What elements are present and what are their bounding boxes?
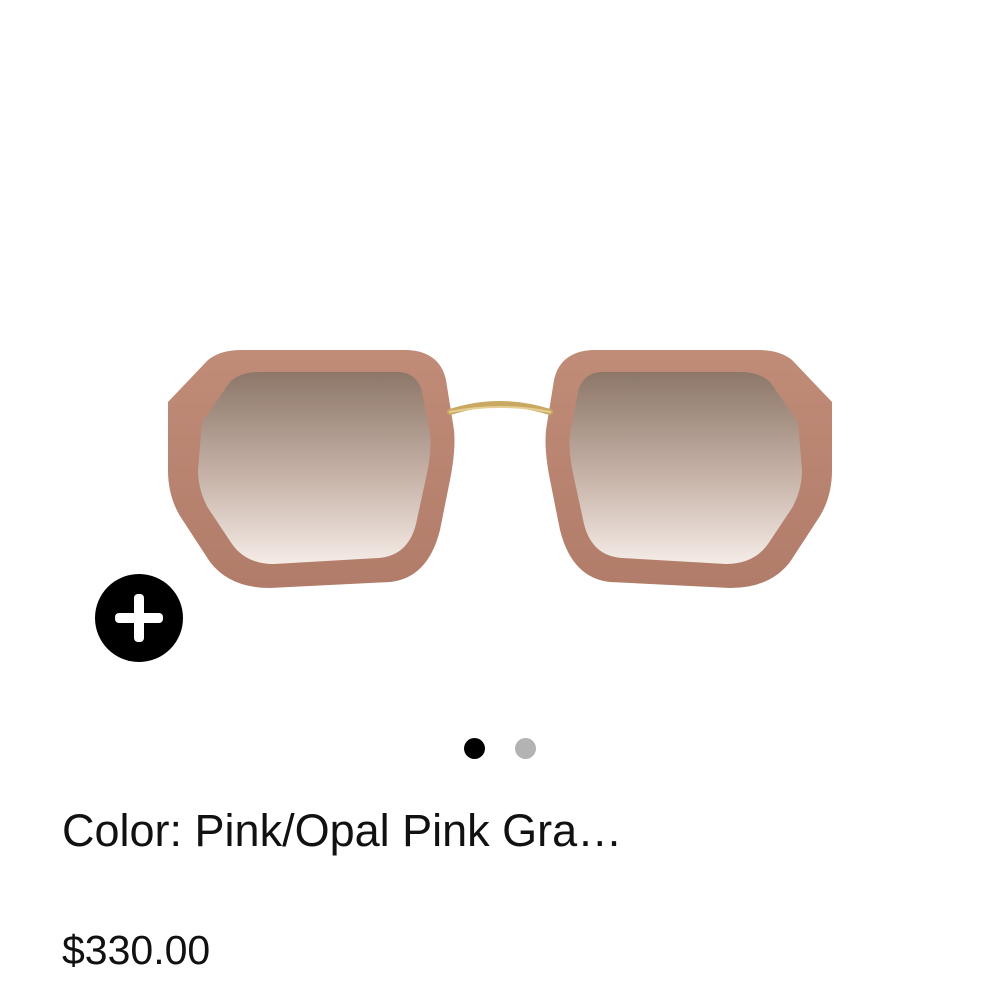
carousel-dots bbox=[464, 738, 544, 760]
sunglasses-image bbox=[168, 350, 832, 588]
price: $330.00 bbox=[62, 927, 211, 973]
add-button[interactable] bbox=[95, 574, 183, 662]
carousel-dot-1[interactable] bbox=[464, 738, 485, 759]
product-image bbox=[150, 330, 850, 600]
carousel-dot-2[interactable] bbox=[515, 738, 536, 759]
color-label: Color: Pink/Opal Pink Gra… bbox=[62, 805, 623, 856]
